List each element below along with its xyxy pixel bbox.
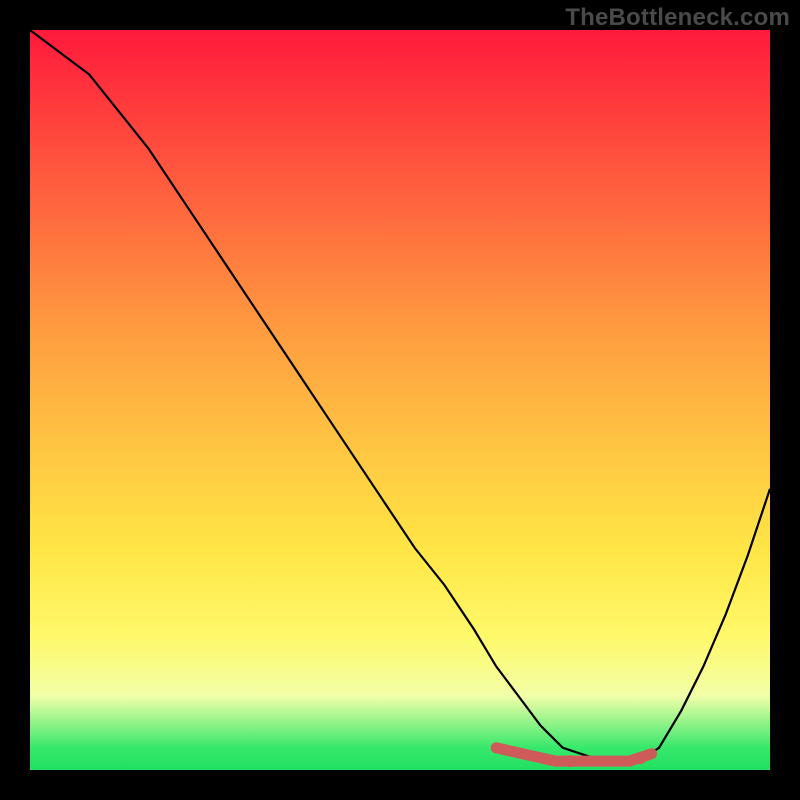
chart-frame: TheBottleneck.com <box>0 0 800 800</box>
bottleneck-curve <box>30 30 770 763</box>
plot-area <box>30 30 770 770</box>
marker-dot <box>564 755 576 767</box>
watermark-text: TheBottleneck.com <box>565 4 790 32</box>
plot-svg <box>30 30 770 770</box>
marker-segment <box>496 748 555 761</box>
marker-dot <box>635 752 647 764</box>
